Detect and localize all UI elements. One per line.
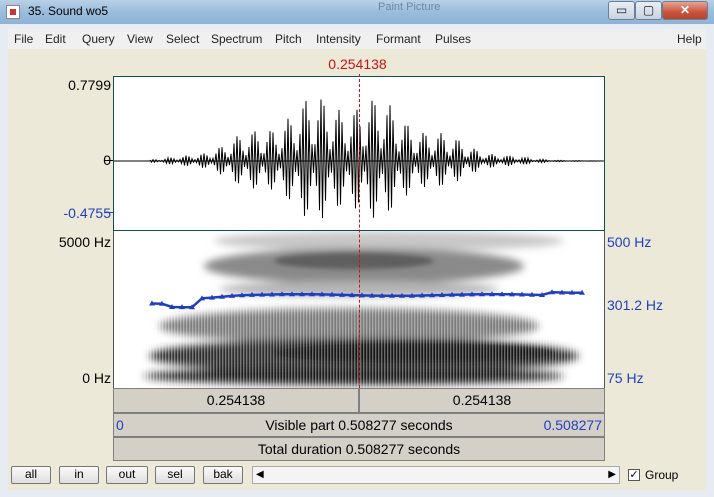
close-button[interactable]: ✕ <box>662 1 708 20</box>
waveform-trace <box>149 99 603 219</box>
visible-part-bar[interactable]: Visible part 0.508277 seconds 0 0.508277 <box>113 413 605 437</box>
menu-pitch[interactable]: Pitch <box>275 32 302 46</box>
spectrogram-bottom-label: 0 Hz <box>82 370 111 386</box>
window-title: 35. Sound wo5 <box>28 4 109 18</box>
menu-edit[interactable]: Edit <box>45 32 66 46</box>
zoom-selection-button[interactable]: sel <box>155 466 195 484</box>
zoom-selection-label: sel <box>167 467 183 481</box>
group-checkbox[interactable]: ✓ <box>628 469 640 481</box>
zoom-out-label: out <box>118 467 136 481</box>
menu-spectrum[interactable]: Spectrum <box>211 32 262 46</box>
total-duration-bar[interactable]: Total duration 0.508277 seconds <box>113 437 605 461</box>
zoom-out-button[interactable]: out <box>106 466 148 484</box>
menu-select[interactable]: Select <box>166 32 199 46</box>
visible-part-text: Visible part 0.508277 seconds <box>265 417 453 433</box>
minimize-icon: ▭ <box>615 3 628 17</box>
menu-intensity[interactable]: Intensity <box>316 32 361 46</box>
pitch-top-label: 500 Hz <box>607 234 652 250</box>
scroll-right-icon[interactable]: ▶ <box>608 469 616 480</box>
maximize-icon: ▢ <box>642 3 655 17</box>
zoom-all-button[interactable]: all <box>11 466 51 484</box>
right-segment-bar[interactable]: 0.254138 <box>359 388 605 413</box>
zoom-in-button[interactable]: in <box>59 466 99 484</box>
right-segment-duration: 0.254138 <box>452 392 512 408</box>
menu-pulses[interactable]: Pulses <box>435 32 471 46</box>
maximize-button[interactable]: ▢ <box>635 1 662 20</box>
close-icon: ✕ <box>679 3 691 17</box>
visible-end-time: 0.508277 <box>543 417 602 433</box>
zoom-all-label: all <box>24 467 37 481</box>
left-segment-bar[interactable]: 0.254138 <box>113 388 359 413</box>
menu-file[interactable]: File <box>14 32 33 46</box>
menu-view[interactable]: View <box>127 32 153 46</box>
pitch-bottom-label: 75 Hz <box>607 370 644 386</box>
zoom-in-label: in <box>74 467 84 481</box>
time-scrollbar[interactable]: ◀ ▶ <box>252 466 620 484</box>
menu-query[interactable]: Query <box>82 32 115 46</box>
waveform-min-label: -0.4755 <box>63 205 111 221</box>
cursor-line[interactable] <box>359 74 360 388</box>
pitch-value-label: 301.2 Hz <box>607 297 664 313</box>
total-duration-text: Total duration 0.508277 seconds <box>257 441 461 457</box>
zoom-back-button[interactable]: bak <box>203 466 243 484</box>
min-tick <box>105 212 113 213</box>
waveform-max-label: 0.7799 <box>68 77 111 93</box>
zoom-back-label: bak <box>213 467 233 481</box>
cursor-time-readout: 0.254138 <box>328 56 387 72</box>
background-window-title: Paint Picture <box>378 1 441 13</box>
scroll-left-icon[interactable]: ◀ <box>256 469 264 480</box>
menu-help[interactable]: Help <box>677 32 702 46</box>
left-segment-duration: 0.254138 <box>206 392 266 408</box>
minimize-button[interactable]: ▭ <box>608 1 635 20</box>
menu-formant[interactable]: Formant <box>376 32 421 46</box>
waveform-zero-label: 0 <box>40 152 111 168</box>
spectrogram-top-label: 5000 Hz <box>58 234 111 250</box>
check-icon: ✓ <box>629 469 639 481</box>
praat-app-icon <box>6 5 20 19</box>
visible-start-time: 0 <box>116 417 124 433</box>
menu-bar: File Edit Query View Select Spectrum Pit… <box>8 29 706 49</box>
zero-tick <box>105 160 113 161</box>
group-label: Group <box>645 468 679 482</box>
